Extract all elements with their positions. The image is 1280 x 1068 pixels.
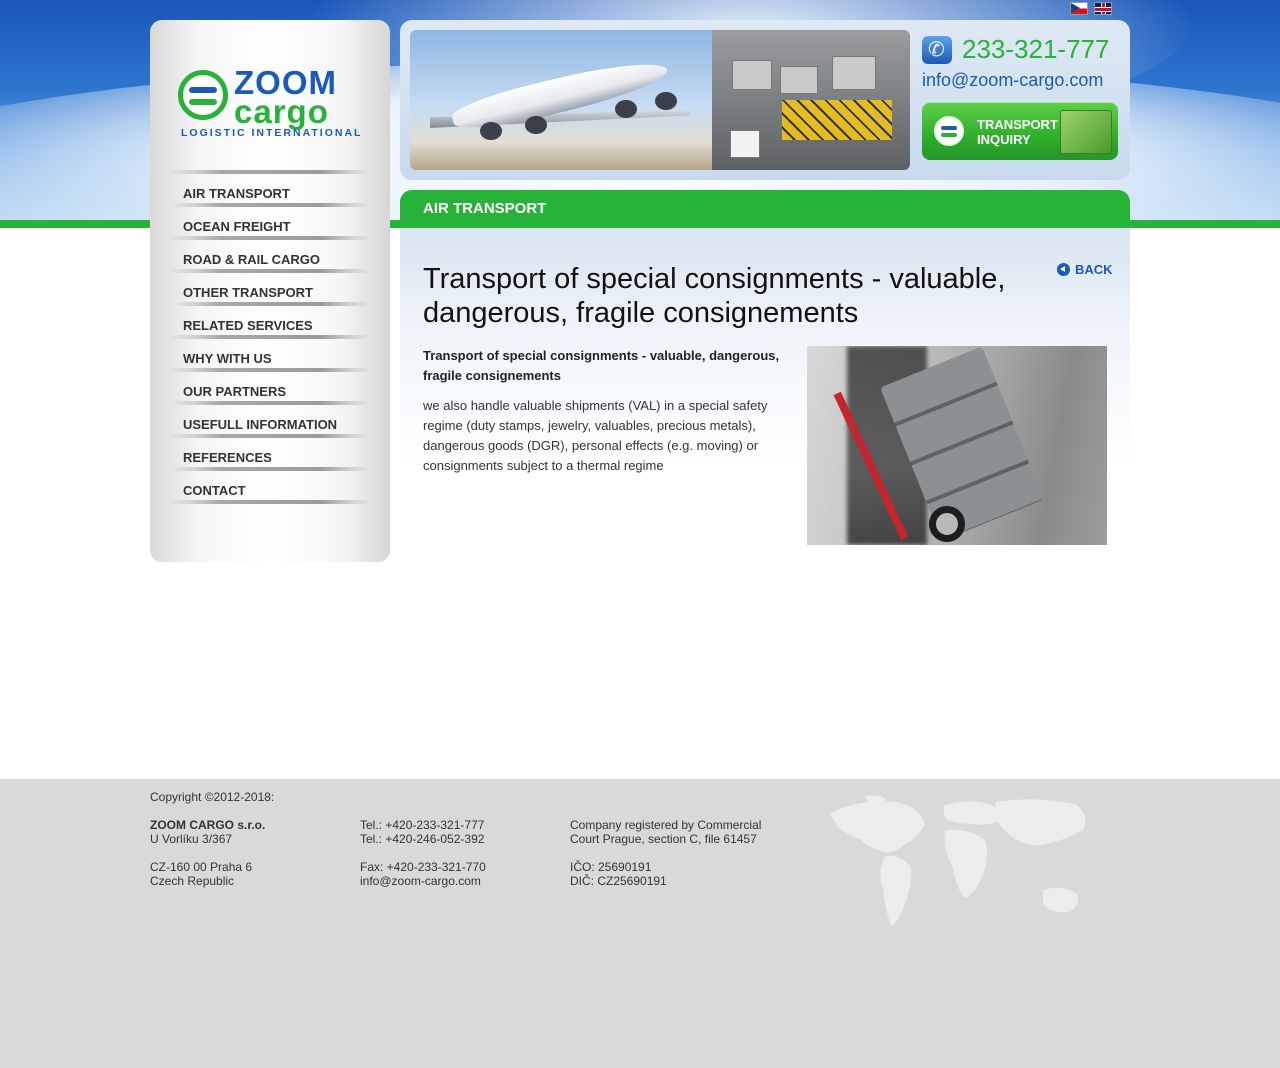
nav-item-our-partners[interactable]: OUR PARTNERS xyxy=(170,368,370,401)
footer-address: ZOOM CARGO s.r.o. U Vorlíku 3/367 CZ-160… xyxy=(150,818,350,888)
city-address: CZ-160 00 Praha 6 xyxy=(150,860,253,874)
nav-item-ocean-freight[interactable]: OCEAN FREIGHT xyxy=(170,203,370,236)
footer: Copyright ©2012-2018: ZOOM CARGO s.r.o. … xyxy=(0,779,1280,1068)
main-content: AIR TRANSPORT Transport of special consi… xyxy=(400,190,1130,570)
back-label: BACK xyxy=(1075,262,1113,277)
nav-item-contact[interactable]: CONTACT xyxy=(170,467,370,500)
header-panel: 233-321-777 info@zoom-cargo.com TRANSPOR… xyxy=(400,20,1130,180)
footer-phone-2[interactable]: Tel.: +420-246-052-392 xyxy=(360,832,560,846)
cargo-loading-photo xyxy=(712,30,910,170)
page-title: Transport of special consignments - valu… xyxy=(423,263,1006,329)
airplane-photo xyxy=(410,30,712,170)
footer-contacts: Tel.: +420-233-321-777 Tel.: +420-246-05… xyxy=(360,818,560,888)
header-banner-image xyxy=(410,30,910,170)
registry-line-2: Court Prague, section C, file 61457 xyxy=(570,832,757,846)
nav-item-road-rail-cargo[interactable]: ROAD & RAIL CARGO xyxy=(170,236,370,269)
inquiry-label: TRANSPORT INQUIRY xyxy=(977,117,1067,147)
cargo-box-icon xyxy=(1060,110,1112,154)
logo-word-cargo: cargo xyxy=(234,93,329,130)
inquiry-label-line1: TRANSPORT xyxy=(977,117,1058,132)
english-flag-icon[interactable] xyxy=(1094,2,1112,15)
hand-truck-photo xyxy=(807,346,1107,545)
language-switcher xyxy=(1070,2,1112,15)
back-button[interactable]: BACK xyxy=(1057,262,1113,277)
company-name: ZOOM CARGO s.r.o. xyxy=(150,818,266,832)
nav-item-air-transport[interactable]: AIR TRANSPORT xyxy=(170,170,370,203)
nav-item-references[interactable]: REFERENCES xyxy=(170,434,370,467)
world-map-icon xyxy=(830,795,1086,926)
nav-item-usefull-information[interactable]: USEFULL INFORMATION xyxy=(170,401,370,434)
nav-divider xyxy=(170,500,370,504)
country: Czech Republic xyxy=(150,874,235,888)
street-address: U Vorlíku 3/367 xyxy=(150,832,233,846)
vat-id: DIČ: CZ25690191 xyxy=(570,874,667,888)
section-title: AIR TRANSPORT xyxy=(423,200,547,217)
inquiry-label-line2: INQUIRY xyxy=(977,132,1031,147)
logo-arrows-icon xyxy=(178,70,228,120)
czech-flag-icon[interactable] xyxy=(1070,2,1088,15)
registry-line-1: Company registered by Commercial xyxy=(570,818,762,832)
company-id: IČO: 25690191 xyxy=(570,860,652,874)
phone-contact[interactable]: 233-321-777 xyxy=(922,34,1109,65)
logo[interactable]: ZOOM cargo LOGISTIC INTERNATIONAL xyxy=(178,64,363,143)
transport-inquiry-button[interactable]: TRANSPORT INQUIRY xyxy=(922,102,1118,160)
footer-email[interactable]: info@zoom-cargo.com xyxy=(360,874,560,888)
nav-item-related-services[interactable]: RELATED SERVICES xyxy=(170,302,370,335)
main-nav: AIR TRANSPORT OCEAN FREIGHT ROAD & RAIL … xyxy=(170,170,370,500)
email-link[interactable]: info@zoom-cargo.com xyxy=(922,70,1103,91)
logo-tagline: LOGISTIC INTERNATIONAL xyxy=(181,127,363,139)
logo-arrows-icon xyxy=(934,116,964,146)
footer-registration: Company registered by Commercial Court P… xyxy=(570,818,790,888)
lead-paragraph: Transport of special consignments - valu… xyxy=(423,348,780,383)
nav-item-why-with-us[interactable]: WHY WITH US xyxy=(170,335,370,368)
back-arrow-icon xyxy=(1057,263,1070,276)
footer-fax: Fax: +420-233-321-770 xyxy=(360,860,486,874)
sidebar: ZOOM cargo LOGISTIC INTERNATIONAL AIR TR… xyxy=(150,20,390,562)
body-paragraph: we also handle valuable shipments (VAL) … xyxy=(423,398,768,473)
section-header: AIR TRANSPORT xyxy=(400,190,1130,228)
footer-phone-1[interactable]: Tel.: +420-233-321-777 xyxy=(360,818,560,832)
copyright: Copyright ©2012-2018: xyxy=(150,790,275,804)
phone-number[interactable]: 233-321-777 xyxy=(962,34,1109,65)
nav-item-other-transport[interactable]: OTHER TRANSPORT xyxy=(170,269,370,302)
phone-icon xyxy=(922,35,952,64)
